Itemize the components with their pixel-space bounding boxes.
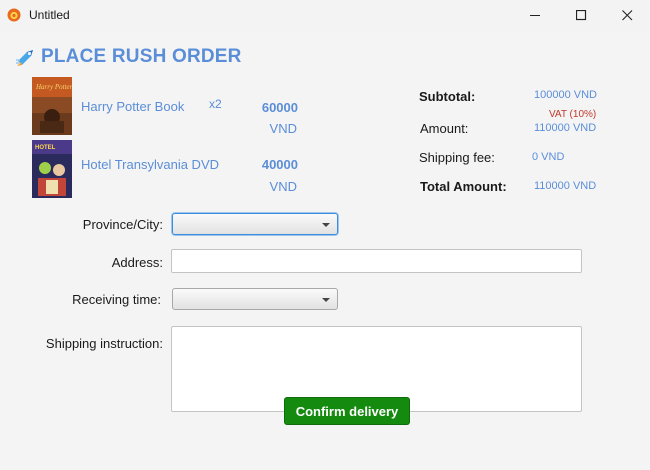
item-name: Harry Potter Book [81, 99, 185, 114]
minimize-icon [529, 15, 540, 16]
province-label: Province/City: [82, 217, 163, 232]
item-currency: VND [269, 179, 297, 194]
hotel-transylvania-cover-image: HOTEL [32, 140, 72, 198]
amount-value: 110000 VND [534, 122, 597, 134]
shipping-fee-label: Shipping fee: [419, 150, 495, 165]
harry-potter-cover-image: Harry Potter [32, 77, 73, 135]
window-titlebar: Untitled [0, 0, 650, 31]
svg-text:HOTEL: HOTEL [35, 145, 56, 151]
maximize-button[interactable] [558, 0, 604, 31]
app-icon [7, 8, 21, 22]
item-quantity: x2 [209, 97, 222, 111]
order-panel: PLACE RUSH ORDER Harry Potter Harry Pott… [0, 31, 650, 470]
window-title: Untitled [29, 8, 70, 22]
receiving-time-select[interactable] [172, 288, 338, 310]
minimize-button[interactable] [512, 0, 558, 31]
total-amount-value: 110000 VND [534, 180, 597, 192]
shipping-fee-value: 0 VND [532, 151, 565, 163]
shipping-instruction-label: Shipping instruction: [45, 336, 163, 351]
item-name: Hotel Transylvania DVD [81, 157, 219, 172]
confirm-delivery-button[interactable]: Confirm delivery [284, 397, 410, 425]
subtotal-value: 100000 VND [534, 89, 597, 101]
item-price: 60000 [261, 100, 298, 115]
subtotal-label: Subtotal: [419, 89, 476, 104]
address-label: Address: [111, 255, 163, 270]
svg-text:Harry Potter: Harry Potter [35, 83, 72, 91]
address-input[interactable] [171, 249, 582, 273]
total-amount-label: Total Amount: [420, 179, 507, 194]
chevron-down-icon [322, 298, 330, 302]
amount-label: Amount: [420, 121, 469, 136]
close-icon [621, 10, 632, 21]
chevron-down-icon [322, 223, 330, 227]
province-select[interactable] [172, 213, 338, 235]
rush-delivery-icon [16, 50, 33, 66]
close-button[interactable] [604, 0, 650, 31]
page-title: PLACE RUSH ORDER [41, 46, 242, 67]
maximize-icon [575, 10, 586, 21]
item-price: 40000 [261, 157, 298, 172]
item-currency: VND [269, 121, 297, 136]
receiving-time-label: Receiving time: [72, 292, 161, 307]
vat-label: VAT (10%) [549, 109, 597, 120]
